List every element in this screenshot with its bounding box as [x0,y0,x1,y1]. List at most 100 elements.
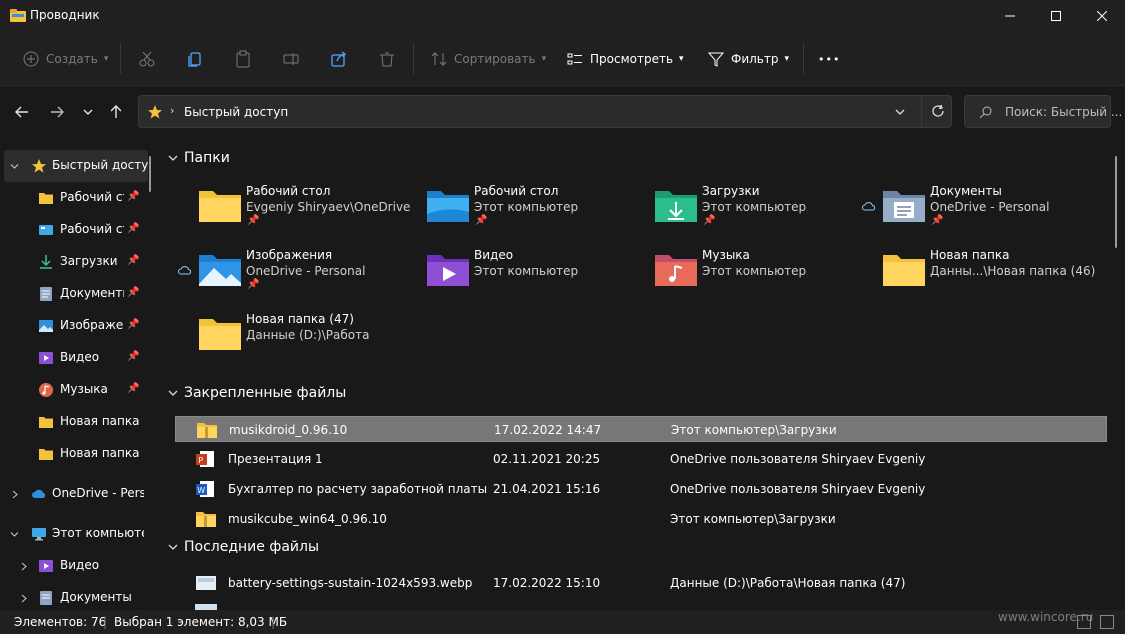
tiles-view-button[interactable] [1100,615,1114,629]
file-date: 21.04.2021 15:16 [493,482,601,496]
desktop-folder-icon [426,188,470,224]
file-date: 17.02.2022 14:47 [494,423,602,437]
music-icon [39,383,53,397]
close-button[interactable] [1079,0,1125,32]
arrow-right-icon [51,106,64,118]
chevron-down-icon[interactable] [895,107,905,117]
sidebar-item-downloads[interactable]: Загрузки 📌 [0,246,148,278]
file-row[interactable]: musikdroid_0.96.10 17.02.2022 14:47 Этот к… [175,416,1107,442]
file-row[interactable]: musikcube_win64_0.96.10 Этот компьютер\За… [175,506,1107,532]
filter-button[interactable]: Фильтр ▾ [707,46,789,72]
paste-button[interactable] [234,46,252,72]
copy-button[interactable] [186,46,204,72]
folder-tile[interactable]: Новая папка (47) Данные (D:)\Работа [198,312,408,372]
sidebar-item-label: Этот компьютер [52,526,144,540]
back-button[interactable] [10,100,34,124]
chevron-down-icon [83,109,93,115]
file-date: 17.02.2022 15:10 [493,576,601,590]
sidebar-item-onedrive[interactable]: OneDrive - Perso [0,478,148,510]
recent-locations-button[interactable] [76,100,100,124]
search-box[interactable]: Поиск: Быстрый ... [964,95,1122,128]
rename-button[interactable] [282,46,300,72]
file-explorer-icon [10,9,26,22]
documents-folder-icon [882,188,926,224]
pin-icon: 📌 [127,223,140,234]
create-button[interactable]: Создать ▾ [22,46,108,72]
refresh-button[interactable] [921,96,953,127]
section-title: Последние файлы [184,539,319,555]
view-button[interactable]: Просмотреть ▾ [566,46,684,72]
file-path: Этот компьютер\Загрузки [670,512,836,526]
sidebar-item-quick-access[interactable]: Быстрый доступ [4,150,148,182]
folder-yellow-icon [198,188,242,224]
folder-yellow-icon [39,417,53,428]
sidebar-item-label: Музыка [60,382,108,396]
pin-icon: 📌 [127,351,140,362]
folder-tile[interactable]: Рабочий стол Этот компьютер 📌 [426,184,636,244]
folder-tile[interactable]: Загрузки Этот компьютер 📌 [654,184,864,244]
details-view-button[interactable] [1077,615,1091,629]
sidebar-scrollbar[interactable] [149,156,151,192]
sidebar-item-pictures[interactable]: Изображения 📌 [0,310,148,342]
file-row[interactable]: battery-settings-sustain-1024x593.webp 17… [175,570,1107,596]
chevron-down-icon [10,532,19,537]
sidebar-item-video[interactable]: Видео 📌 [0,342,148,374]
cloud-status-icon [178,264,192,278]
image-file-icon [195,574,217,592]
up-button[interactable] [104,100,128,124]
star-icon [148,105,162,119]
share-icon [331,51,346,67]
section-header-recent[interactable]: Последние файлы [168,539,319,555]
file-row[interactable]: P Презентация 1 02.11.2021 20:25 OneDrive п… [175,446,1107,472]
search-input[interactable]: Поиск: Быстрый ... [1005,105,1122,119]
sidebar-item-new-folder[interactable]: Новая папка [0,406,148,438]
sidebar-item-label: Документы [60,286,124,300]
pin-icon: 📌 [931,215,944,226]
trash-icon [380,52,394,67]
cut-button[interactable] [138,46,156,72]
share-button[interactable] [330,46,348,72]
filter-icon [707,52,725,67]
breadcrumb[interactable]: Быстрый доступ [184,105,288,119]
folder-tile[interactable]: Новая папка Данны...\Новая папка (46) [882,248,1095,308]
sidebar-item-label: Рабочий стол [60,222,124,236]
pictures-folder-icon [198,252,242,288]
content-pane: Папки Рабочий стол Evgeniy Shiryaev\OneDr… [160,138,1125,610]
sidebar-item-documents[interactable]: Документы 📌 [0,278,148,310]
title-bar: Проводник [0,0,1125,32]
sort-icon [431,52,447,66]
view-list-icon [567,53,582,65]
status-bar: Элементов: 76 | Выбран 1 элемент: 8,03 М… [0,610,1125,634]
sidebar-item-desktop[interactable]: Рабочий стол 📌 [0,214,148,246]
folder-tile[interactable]: Документы OneDrive - Personal 📌 [862,184,1092,244]
computer-icon [32,528,46,541]
pin-icon: 📌 [127,287,140,298]
zip-folder-icon [196,421,218,439]
sidebar-item-desktop-onedrive[interactable]: Рабочий стол 📌 [0,182,148,214]
folder-name: Рабочий стол [474,184,559,198]
address-bar[interactable]: › Быстрый доступ [138,95,952,128]
sidebar-item-this-pc[interactable]: Этот компьютер [0,518,148,550]
close-icon [1097,11,1107,21]
section-header-folders[interactable]: Папки [168,150,230,166]
maximize-button[interactable] [1033,0,1079,32]
delete-button[interactable] [378,46,396,72]
folder-tile[interactable]: Видео Этот компьютер [426,248,636,308]
folder-location: OneDrive - Personal [246,264,366,278]
sidebar-item-pc-video[interactable]: Видео [0,550,148,582]
forward-button[interactable] [45,100,69,124]
folder-tile[interactable]: Музыка Этот компьютер [654,248,864,308]
folder-tile[interactable]: Рабочий стол Evgeniy Shiryaev\OneDrive 📌 [198,184,410,244]
more-options-button[interactable]: ••• [818,46,840,72]
sort-button[interactable]: Сортировать ▾ [430,46,546,72]
sidebar-item-music[interactable]: Музыка 📌 [0,374,148,406]
minimize-button[interactable] [987,0,1033,32]
file-row[interactable]: W Бухгалтер по расчету заработной платы 21… [175,476,1107,502]
folder-tile[interactable]: Изображения OneDrive - Personal 📌 [178,248,408,308]
section-header-pinned[interactable]: Закрепленные файлы [168,385,346,401]
scissors-icon [139,51,155,67]
content-scrollbar[interactable] [1115,156,1117,248]
chevron-right-icon [12,490,18,499]
sidebar-item-pc-documents[interactable]: Документы [0,582,148,610]
sidebar-item-new-folder-46[interactable]: Новая папка (4 [0,438,148,470]
